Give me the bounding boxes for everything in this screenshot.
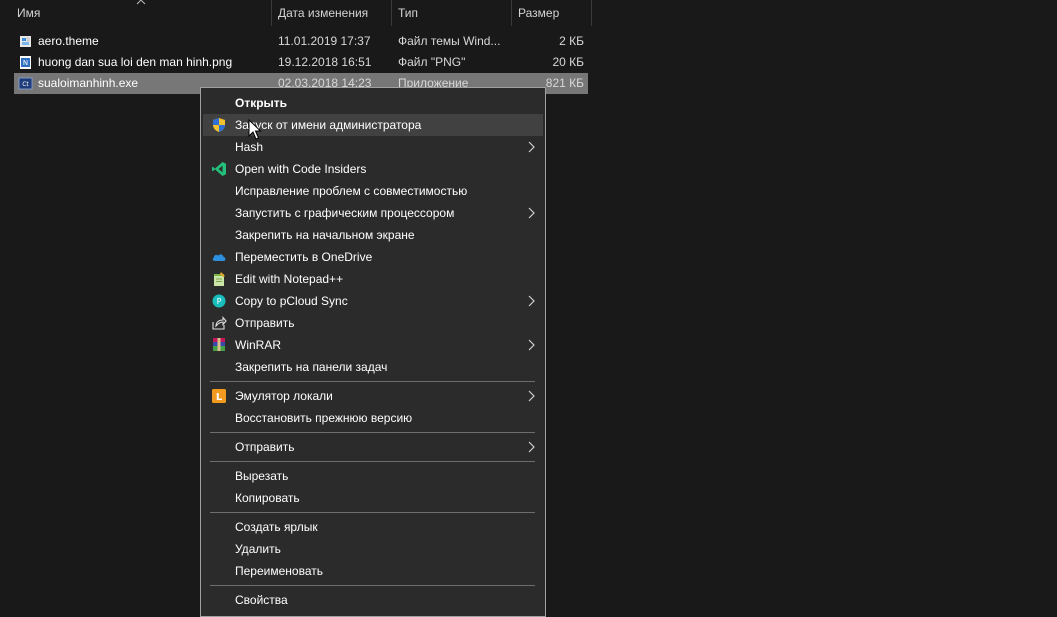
menu-item-cut[interactable]: Вырезать — [203, 465, 543, 487]
file-name: huong dan sua loi den man hinh.png — [38, 55, 233, 69]
column-header-name[interactable]: Имя — [11, 0, 272, 26]
svg-text:L: L — [216, 392, 223, 403]
column-header-type-label: Тип — [398, 6, 419, 20]
file-name: aero.theme — [38, 34, 99, 48]
menu-item-open[interactable]: Открыть — [203, 92, 543, 114]
column-header-name-label: Имя — [17, 6, 41, 20]
menu-item-move-to-onedrive[interactable]: Переместить в OneDrive — [203, 246, 543, 268]
vscode-insiders-icon — [212, 162, 226, 176]
column-header-size[interactable]: Размер — [512, 0, 592, 26]
menu-item-copy[interactable]: Копировать — [203, 487, 543, 509]
submenu-chevron-right-icon — [528, 141, 535, 153]
menu-item-label: Запуск от имени администратора — [235, 118, 422, 132]
context-menu: Открыть Запуск от имени администратора H… — [200, 87, 546, 617]
file-type: Файл "PNG" — [398, 55, 466, 69]
file-date: 11.01.2019 17:37 — [278, 34, 371, 48]
menu-item-pin-taskbar[interactable]: Закрепить на панели задач — [203, 356, 543, 378]
file-size: 20 КБ — [552, 55, 584, 69]
svg-text:N: N — [23, 59, 28, 67]
menu-item-label: Открыть — [235, 96, 288, 110]
menu-item-label: Закрепить на начальном экране — [235, 228, 415, 242]
menu-item-pin-to-start[interactable]: Закрепить на начальном экране — [203, 224, 543, 246]
file-row-png[interactable]: N huong dan sua loi den man hinh.png 19.… — [14, 52, 588, 73]
menu-item-open-code-insiders[interactable]: Open with Code Insiders — [203, 158, 543, 180]
menu-separator — [210, 432, 535, 433]
menu-item-label: Переместить в OneDrive — [235, 250, 373, 264]
menu-item-rename[interactable]: Переименовать — [203, 560, 543, 582]
menu-item-restore-version[interactable]: Восстановить прежнюю версию — [203, 407, 543, 429]
file-row-aero-theme[interactable]: aero.theme 11.01.2019 17:37 Файл темы Wi… — [14, 31, 588, 52]
file-type: Файл темы Wind... — [398, 34, 501, 48]
menu-separator — [210, 585, 535, 586]
menu-separator — [210, 381, 535, 382]
menu-item-edit-notepadpp[interactable]: Edit with Notepad++ — [203, 268, 543, 290]
uac-shield-icon — [213, 118, 225, 132]
notepadpp-icon — [214, 272, 225, 286]
exe-file-icon: Ct — [18, 77, 33, 90]
menu-item-label: Отправить — [235, 440, 295, 454]
menu-item-label: Отправить — [235, 316, 295, 330]
mouse-pointer-icon — [248, 119, 262, 140]
svg-text:P: P — [217, 297, 222, 306]
menu-item-label: Copy to pCloud Sync — [235, 294, 348, 308]
file-explorer-window: Имя Дата изменения Тип Размер aero.theme… — [0, 0, 1057, 617]
menu-item-locale-emulator[interactable]: L Эмулятор локали — [203, 385, 543, 407]
column-header-bar: Имя Дата изменения Тип Размер — [0, 0, 592, 26]
menu-separator — [210, 512, 535, 513]
file-size: 2 КБ — [559, 34, 584, 48]
menu-item-winrar[interactable]: WinRAR — [203, 334, 543, 356]
menu-item-label: Копировать — [235, 491, 300, 505]
menu-item-copy-pcloud[interactable]: P Copy to pCloud Sync — [203, 290, 543, 312]
column-header-date[interactable]: Дата изменения — [272, 0, 392, 26]
menu-item-share[interactable]: Отправить — [203, 312, 543, 334]
menu-item-label: Восстановить прежнюю версию — [235, 411, 413, 425]
share-icon — [212, 316, 227, 330]
file-date: 19.12.2018 16:51 — [278, 55, 372, 69]
menu-item-send-to[interactable]: Отправить — [203, 436, 543, 458]
menu-item-label: WinRAR — [235, 338, 282, 352]
menu-item-delete[interactable]: Удалить — [203, 538, 543, 560]
menu-item-label: Удалить — [235, 542, 281, 556]
menu-item-create-shortcut[interactable]: Создать ярлык — [203, 516, 543, 538]
menu-item-troubleshoot-compat[interactable]: Исправление проблем с совместимостью — [203, 180, 543, 202]
menu-item-label: Запустить с графическим процессором — [235, 206, 455, 220]
winrar-icon — [213, 338, 225, 351]
submenu-chevron-right-icon — [528, 390, 535, 402]
pcloud-icon: P — [212, 294, 226, 308]
locale-emulator-icon: L — [212, 389, 226, 403]
submenu-chevron-right-icon — [528, 295, 535, 307]
svg-text:Ct: Ct — [22, 81, 29, 88]
submenu-chevron-right-icon — [528, 339, 535, 351]
menu-separator — [210, 461, 535, 462]
menu-item-label: Закрепить на панели задач — [235, 360, 388, 374]
menu-item-label: Создать ярлык — [235, 520, 318, 534]
png-file-icon: N — [20, 56, 31, 69]
menu-item-label: Edit with Notepad++ — [235, 272, 344, 286]
menu-item-label: Исправление проблем с совместимостью — [235, 184, 468, 198]
theme-file-icon — [20, 36, 31, 47]
column-header-type[interactable]: Тип — [392, 0, 512, 26]
column-header-date-label: Дата изменения — [278, 6, 369, 20]
submenu-chevron-right-icon — [528, 207, 535, 219]
menu-item-label: Эмулятор локали — [235, 389, 333, 403]
column-header-size-label: Размер — [518, 6, 560, 20]
menu-item-label: Open with Code Insiders — [235, 162, 367, 176]
file-name: sualoimanhinh.exe — [38, 76, 139, 90]
menu-item-label: Переименовать — [235, 564, 323, 578]
menu-item-run-with-gpu[interactable]: Запустить с графическим процессором — [203, 202, 543, 224]
menu-item-label: Вырезать — [235, 469, 289, 483]
submenu-chevron-right-icon — [528, 441, 535, 453]
file-size: 821 КБ — [545, 76, 584, 90]
onedrive-cloud-icon — [212, 254, 226, 261]
